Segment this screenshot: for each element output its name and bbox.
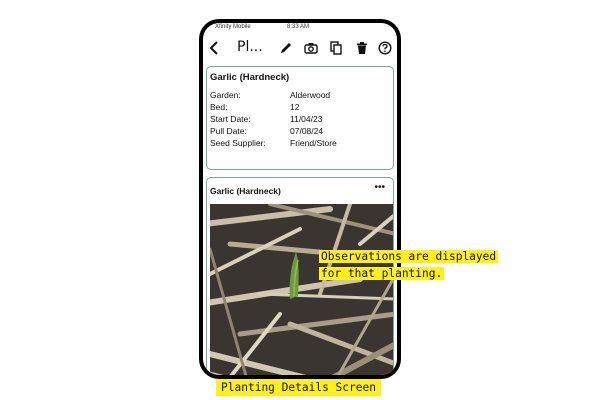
phone-screen: Xfinity Mobile 8:33 AM Pl... Garlic (Har… <box>203 23 397 375</box>
observation-title: Garlic (Hardneck) <box>210 186 281 196</box>
field-value: 07/08/24 <box>290 126 324 136</box>
field-label: Bed: <box>210 102 228 112</box>
planting-name: Garlic (Hardneck) <box>210 72 290 83</box>
field-label: Garden: <box>210 90 241 100</box>
field-label: Seed Supplier: <box>210 138 266 148</box>
status-bar: Xfinity Mobile 8:33 AM <box>203 23 397 33</box>
field-value: 11/04/23 <box>290 114 323 124</box>
annotation-line-2: for that planting. <box>319 267 445 280</box>
field-label: Pull Date: <box>210 126 247 136</box>
screen-caption: Planting Details Screen <box>216 379 381 396</box>
trash-icon[interactable] <box>355 41 369 55</box>
field-value: Alderwood <box>290 90 331 100</box>
camera-icon[interactable] <box>304 41 318 55</box>
carrier-label: Xfinity Mobile <box>215 24 251 30</box>
copy-icon[interactable] <box>329 41 343 55</box>
annotation-callout: Observations are displayed for that plan… <box>319 248 509 282</box>
more-options-icon[interactable]: ••• <box>374 182 385 193</box>
help-icon[interactable] <box>378 41 392 55</box>
annotation-line-1: Observations are displayed <box>319 250 499 263</box>
toolbar: Pl... <box>203 35 397 61</box>
observation-photo[interactable] <box>210 204 394 375</box>
edit-icon[interactable] <box>279 41 293 55</box>
field-label: Start Date: <box>210 114 251 124</box>
planting-info-card: Garlic (Hardneck) Garden: Alderwood Bed:… <box>206 66 394 170</box>
clock: 8:33 AM <box>287 24 310 30</box>
field-value: 12 <box>290 102 300 112</box>
phone-frame: Xfinity Mobile 8:33 AM Pl... Garlic (Har… <box>199 19 401 379</box>
back-icon[interactable] <box>207 40 221 56</box>
page-title: Pl... <box>237 39 263 55</box>
field-value: Friend/Store <box>290 138 337 148</box>
